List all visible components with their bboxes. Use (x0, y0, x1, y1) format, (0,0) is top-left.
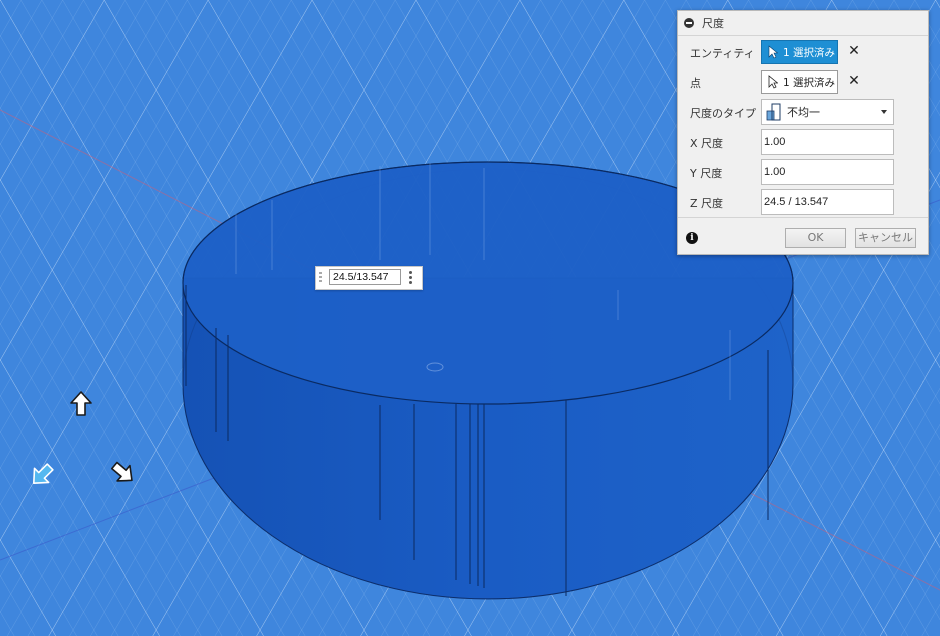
cancel-button[interactable]: キャンセル (855, 228, 916, 248)
x-scale-row: X 尺度 1.00 (678, 128, 928, 156)
clear-entity-icon[interactable]: ✕ (847, 44, 861, 58)
z-scale-row: Z 尺度 24.5 / 13.547 (678, 188, 928, 216)
clear-point-icon[interactable]: ✕ (847, 74, 861, 88)
ok-button[interactable]: OK (785, 228, 846, 248)
entity-select-value: 1 選択済み (783, 46, 836, 59)
cursor-icon (768, 45, 778, 59)
point-select-value: 1 選択済み (783, 76, 836, 89)
floating-value-field[interactable]: 24.5/13.547 (329, 269, 401, 285)
more-options-icon[interactable] (409, 271, 413, 285)
point-label: 点 (690, 77, 701, 90)
entity-label: エンティティ (690, 47, 755, 60)
scale-type-value: 不均一 (787, 106, 820, 119)
scale-type-row: 尺度のタイプ 不均一 (678, 98, 928, 126)
y-scale-input[interactable]: 1.00 (761, 159, 894, 185)
y-scale-label: Y 尺度 (690, 167, 723, 180)
info-icon[interactable]: i (686, 232, 698, 244)
cursor-icon (768, 75, 778, 89)
dialog-header[interactable]: 尺度 (678, 11, 928, 36)
dialog-footer: i OK キャンセル (678, 217, 928, 255)
scale-dialog: 尺度 エンティティ 1 選択済み ✕ 点 1 選択済み ✕ 尺度のタイプ 不均一… (677, 10, 929, 255)
collapse-icon[interactable] (684, 18, 694, 28)
z-scale-label: Z 尺度 (690, 197, 724, 210)
x-scale-label: X 尺度 (690, 137, 724, 150)
chevron-down-icon (881, 110, 887, 114)
non-uniform-scale-icon (766, 103, 781, 121)
z-scale-input[interactable]: 24.5 / 13.547 (761, 189, 894, 215)
dialog-title: 尺度 (702, 17, 724, 30)
entity-row: エンティティ 1 選択済み ✕ (678, 38, 928, 66)
scale-type-dropdown[interactable]: 不均一 (761, 99, 894, 125)
x-scale-input[interactable]: 1.00 (761, 129, 894, 155)
point-select-button[interactable]: 1 選択済み (761, 70, 838, 94)
scale-type-label: 尺度のタイプ (690, 107, 756, 120)
point-row: 点 1 選択済み ✕ (678, 68, 928, 96)
floating-value-input[interactable]: 24.5/13.547 (315, 266, 423, 290)
entity-select-button[interactable]: 1 選択済み (761, 40, 838, 64)
drag-grip-icon[interactable] (319, 272, 322, 284)
y-scale-row: Y 尺度 1.00 (678, 158, 928, 186)
